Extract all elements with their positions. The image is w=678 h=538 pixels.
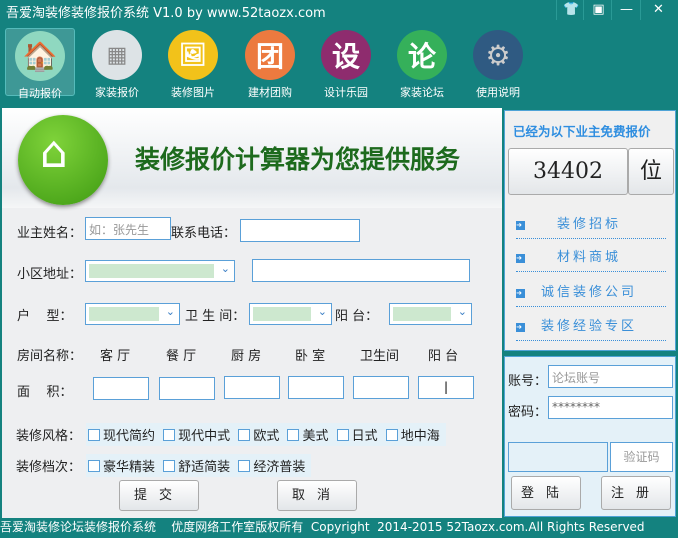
address-label: 小区地址： bbox=[17, 267, 83, 282]
grade-label: 装修档次： bbox=[16, 460, 82, 475]
style-label: 装修风格： bbox=[16, 429, 82, 444]
account-input[interactable]: 论坛账号 bbox=[548, 365, 673, 388]
arrow-icon: ➜ bbox=[516, 289, 525, 298]
submit-button[interactable]: 提交 bbox=[119, 480, 199, 511]
owner-name-input[interactable]: 如：张先生 bbox=[85, 217, 171, 240]
owner-label: 业主姓名： bbox=[17, 226, 83, 241]
room-name: 阳 台 bbox=[428, 349, 459, 364]
room-name: 客 厅 bbox=[100, 349, 131, 364]
style-checkbox[interactable]: 日式 bbox=[336, 429, 378, 444]
cancel-button[interactable]: 取消 bbox=[277, 480, 357, 511]
nav-label: 家装报价 bbox=[95, 86, 139, 99]
house-icon: 🏠 bbox=[15, 31, 65, 81]
grade-checkbox[interactable]: 舒适简装 bbox=[163, 460, 230, 475]
area-input-living[interactable] bbox=[93, 377, 149, 400]
area-label: 面 积： bbox=[17, 385, 73, 400]
layout-label: 户 型： bbox=[17, 309, 73, 324]
captcha-input[interactable] bbox=[508, 442, 608, 472]
calculator-icon: ▦ bbox=[92, 30, 142, 80]
room-name: 厨 房 bbox=[231, 349, 262, 364]
address-input[interactable] bbox=[252, 259, 470, 282]
nav-label: 装修图片 bbox=[171, 86, 215, 99]
nav-pictures[interactable]: 🖼 装修图片 bbox=[158, 28, 228, 99]
house-hand-icon: ⌂ bbox=[18, 115, 108, 205]
area-input-bedroom[interactable] bbox=[288, 376, 344, 399]
close-button[interactable]: ✕ bbox=[640, 0, 676, 20]
login-button[interactable]: 登陆 bbox=[511, 476, 581, 510]
nav-forum[interactable]: 论 家装论坛 bbox=[387, 28, 457, 99]
nav-auto-quote[interactable]: 🏠 自动报价 bbox=[5, 28, 75, 100]
layout-select[interactable]: ⌄ bbox=[85, 303, 180, 325]
nav-help[interactable]: ⚙ 使用说明 bbox=[463, 28, 533, 99]
banner-title: 装修报价计算器为您提供服务 bbox=[135, 145, 461, 174]
link-experience[interactable]: ➜ 装修经验专区 bbox=[516, 315, 666, 341]
room-name: 卫生间 bbox=[360, 349, 400, 364]
bathroom-select[interactable]: ⌄ bbox=[249, 303, 332, 325]
phone-input[interactable] bbox=[240, 219, 360, 242]
chevron-down-icon: ⌄ bbox=[317, 305, 327, 318]
link-companies[interactable]: ➜ 诚信装修公司 bbox=[516, 281, 666, 307]
password-label: 密码： bbox=[508, 405, 548, 420]
she-icon: 设 bbox=[321, 30, 371, 80]
style-checkbox[interactable]: 现代中式 bbox=[163, 429, 230, 444]
arrow-icon: ➜ bbox=[516, 254, 525, 263]
link-bidding[interactable]: ➜ 装修招标 bbox=[516, 213, 666, 239]
register-button[interactable]: 注册 bbox=[601, 476, 671, 510]
arrow-icon: ➜ bbox=[516, 323, 525, 332]
balcony-label: 阳 台： bbox=[335, 309, 379, 324]
chevron-down-icon: ⌄ bbox=[165, 305, 175, 318]
room-name: 餐 厅 bbox=[166, 349, 197, 364]
style-checkbox[interactable]: 欧式 bbox=[238, 429, 279, 444]
link-materials[interactable]: ➜ 材料商城 bbox=[516, 246, 666, 272]
area-input-dining[interactable] bbox=[159, 377, 215, 400]
area-input-kitchen[interactable] bbox=[224, 376, 280, 399]
count-unit: 位 bbox=[628, 148, 674, 195]
chevron-down-icon: ⌄ bbox=[457, 305, 467, 318]
skin-icon[interactable]: 👕 bbox=[556, 0, 586, 20]
gear-icon: ⚙ bbox=[473, 30, 523, 80]
lun-icon: 论 bbox=[397, 30, 447, 80]
balcony-select[interactable]: ⌄ bbox=[389, 303, 472, 325]
window-title: 吾爱淘装修装修报价系统 V1.0 by www.52taozx.com bbox=[6, 6, 326, 21]
bathroom-label: 卫 生 间： bbox=[185, 309, 246, 324]
grade-checkbox[interactable]: 豪华精装 bbox=[88, 460, 155, 475]
picture-icon: 🖼 bbox=[168, 30, 218, 80]
rooms-label: 房间名称： bbox=[17, 349, 83, 364]
area-input-balcony[interactable]: | bbox=[418, 376, 474, 399]
stats-heading: 已经为以下业主免费报价 bbox=[513, 124, 651, 139]
style-options: 现代简约 现代中式 欧式 美式 日式 地中海 bbox=[86, 423, 446, 446]
phone-label: 联系电话： bbox=[171, 226, 237, 241]
nav-label: 家装论坛 bbox=[400, 86, 444, 99]
quote-count: 34402 bbox=[508, 148, 628, 195]
account-label: 账号： bbox=[508, 374, 548, 389]
nav-label: 建材团购 bbox=[248, 86, 292, 99]
community-select[interactable]: ⌄ bbox=[85, 260, 235, 282]
nav-design[interactable]: 设 设计乐园 bbox=[311, 28, 381, 99]
nav-label: 使用说明 bbox=[476, 86, 520, 99]
style-checkbox[interactable]: 现代简约 bbox=[88, 429, 155, 444]
nav-label: 自动报价 bbox=[18, 87, 62, 100]
grade-options: 豪华精装 舒适简装 经济普装 bbox=[86, 454, 312, 477]
room-name: 卧 室 bbox=[295, 349, 326, 364]
chevron-down-icon: ⌄ bbox=[220, 262, 230, 275]
tuan-icon: 团 bbox=[245, 30, 295, 80]
minimize-button[interactable]: — bbox=[611, 0, 641, 20]
menu-icon[interactable]: ▣ bbox=[583, 0, 613, 20]
grade-checkbox[interactable]: 经济普装 bbox=[238, 460, 305, 475]
nav-label: 设计乐园 bbox=[324, 86, 368, 99]
style-checkbox[interactable]: 地中海 bbox=[385, 429, 440, 444]
nav-group-buy[interactable]: 团 建材团购 bbox=[235, 28, 305, 99]
password-input[interactable]: ******** bbox=[548, 396, 673, 419]
nav-home-quote[interactable]: ▦ 家装报价 bbox=[82, 28, 152, 99]
style-checkbox[interactable]: 美式 bbox=[287, 429, 328, 444]
arrow-icon: ➜ bbox=[516, 221, 525, 230]
footer-copyright: 吾爱淘装修论坛装修报价系统 优度网络工作室版权所有 Copyright 2014… bbox=[0, 520, 645, 534]
area-input-bathroom[interactable] bbox=[353, 376, 409, 399]
captcha-image[interactable]: 验证码 bbox=[610, 442, 673, 472]
